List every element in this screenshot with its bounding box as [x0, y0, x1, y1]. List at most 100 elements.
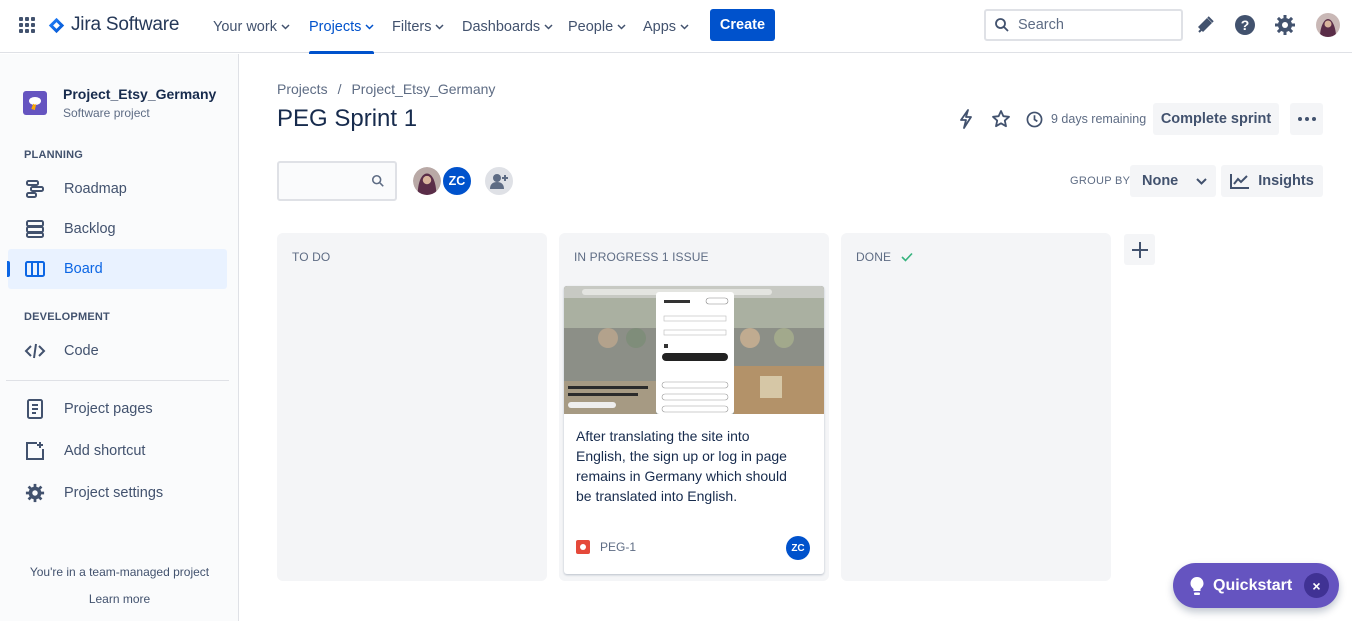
nav-label: Dashboards [462, 18, 541, 35]
group-by-value: None [1142, 173, 1179, 189]
global-search[interactable] [984, 9, 1183, 41]
notifications-icon[interactable] [1193, 13, 1217, 37]
backlog-icon [24, 218, 46, 240]
quickstart-button[interactable]: Quickstart × [1173, 563, 1339, 608]
app-switcher-icon[interactable] [19, 17, 35, 33]
page-icon [24, 398, 46, 420]
sidebar-item-label: Roadmap [64, 181, 127, 197]
help-icon[interactable]: ? [1233, 13, 1257, 37]
sidebar-item-label: Project settings [64, 485, 164, 501]
chevron-down-icon [617, 23, 626, 30]
breadcrumb-project[interactable]: Project_Etsy_Germany [351, 81, 495, 97]
star-icon[interactable] [990, 108, 1012, 130]
search-icon [995, 18, 1009, 32]
sidebar-divider [6, 380, 229, 381]
sidebar-item-project-pages[interactable]: Project pages [8, 389, 227, 429]
issue-card[interactable]: After translating the site into English,… [564, 286, 824, 574]
product-name: Jira Software [71, 14, 180, 35]
chevron-down-icon [281, 23, 290, 30]
column-todo: TO DO [277, 233, 547, 581]
sidebar-item-project-settings[interactable]: Project settings [8, 473, 227, 513]
sidebar-item-backlog[interactable]: Backlog [8, 209, 227, 249]
sidebar-item-add-shortcut[interactable]: Add shortcut [8, 431, 227, 471]
planning-section-label: PLANNING [24, 149, 84, 161]
issue-assignee-avatar[interactable]: ZC [786, 536, 810, 560]
development-section-label: DEVELOPMENT [24, 311, 110, 323]
settings-gear-icon [24, 482, 46, 504]
nav-dashboards[interactable]: Dashboards [462, 0, 553, 53]
add-column-button[interactable] [1124, 234, 1155, 265]
chevron-down-icon [680, 23, 689, 30]
dot [1297, 117, 1302, 121]
breadcrumb-separator: / [337, 81, 342, 97]
nav-apps[interactable]: Apps [643, 0, 689, 53]
add-shortcut-icon [24, 440, 46, 462]
sidebar-item-label: Project pages [64, 401, 153, 417]
learn-more-link[interactable]: Learn more [0, 592, 239, 606]
project-sidebar: Project_Etsy_Germany Software project PL… [0, 54, 239, 621]
sidebar-item-roadmap[interactable]: Roadmap [8, 169, 227, 209]
group-by-select[interactable]: None [1130, 165, 1216, 197]
nav-label: Your work [213, 18, 277, 35]
issue-footer: PEG-1 [576, 540, 636, 554]
search-icon [371, 174, 384, 187]
project-name: Project_Etsy_Germany [63, 86, 217, 102]
issue-key[interactable]: PEG-1 [600, 540, 636, 554]
user-avatar[interactable] [1316, 13, 1340, 37]
more-actions-button[interactable] [1290, 103, 1323, 135]
jira-logo[interactable]: Jira Software [48, 13, 179, 37]
days-remaining-text: 9 days remaining [1051, 112, 1147, 126]
column-done: DONE [841, 233, 1111, 581]
sidebar-item-code[interactable]: Code [8, 331, 227, 371]
code-icon [24, 340, 46, 362]
issue-attachment-thumbnail [564, 286, 824, 414]
nav-label: Filters [392, 18, 432, 35]
column-title-text: IN PROGRESS 1 ISSUE [574, 250, 709, 264]
board-search-input[interactable] [287, 171, 367, 187]
sidebar-item-board[interactable]: Board [7, 249, 227, 289]
add-people-button[interactable] [483, 165, 515, 197]
breadcrumb: Projects / Project_Etsy_Germany [277, 81, 495, 97]
chevron-down-icon [1196, 177, 1207, 185]
board-icon [24, 258, 46, 280]
complete-sprint-button[interactable]: Complete sprint [1153, 103, 1279, 135]
create-button[interactable]: Create [710, 9, 775, 41]
dot [1304, 117, 1309, 121]
nav-filters[interactable]: Filters [392, 0, 445, 53]
close-icon[interactable]: × [1304, 573, 1329, 598]
page-title: PEG Sprint 1 [277, 105, 418, 132]
group-by-label: GROUP BY [1070, 175, 1131, 187]
nav-label: Projects [309, 18, 362, 35]
nav-label: Apps [643, 18, 677, 35]
chevron-down-icon [365, 23, 374, 30]
search-input[interactable] [1018, 17, 1168, 33]
column-title-text: TO DO [292, 250, 331, 264]
team-managed-message: You're in a team-managed project [29, 565, 210, 579]
issue-summary: After translating the site into English,… [576, 428, 787, 504]
add-person-icon [490, 174, 508, 189]
svg-text:?: ? [1241, 17, 1250, 33]
insights-button[interactable]: Insights [1221, 165, 1323, 197]
column-title: TO DO [292, 250, 330, 264]
settings-gear-icon[interactable] [1273, 13, 1297, 37]
project-avatar-icon [23, 91, 47, 115]
sidebar-item-label: Add shortcut [64, 443, 146, 459]
sidebar-item-label: Backlog [64, 221, 116, 237]
breadcrumb-projects[interactable]: Projects [277, 81, 328, 97]
clock-icon [1026, 111, 1043, 127]
bug-issue-type-icon [576, 540, 590, 554]
assignee-avatar-zc[interactable]: ZC [441, 165, 473, 197]
plus-icon [1131, 241, 1148, 258]
board-search[interactable] [277, 161, 397, 201]
project-header[interactable]: Project_Etsy_Germany Software project [23, 86, 216, 120]
roadmap-icon [24, 178, 46, 200]
project-type: Software project [63, 106, 150, 120]
top-navigation: Jira Software Your work Projects Filters… [0, 0, 1352, 54]
insights-label: Insights [1258, 173, 1314, 189]
assignee-avatar-user[interactable] [411, 165, 443, 197]
nav-your-work[interactable]: Your work [213, 0, 290, 53]
column-title-text: DONE [856, 250, 892, 264]
nav-people[interactable]: People [568, 0, 626, 53]
nav-projects[interactable]: Projects [309, 0, 375, 54]
automation-lightning-icon[interactable] [955, 108, 977, 130]
